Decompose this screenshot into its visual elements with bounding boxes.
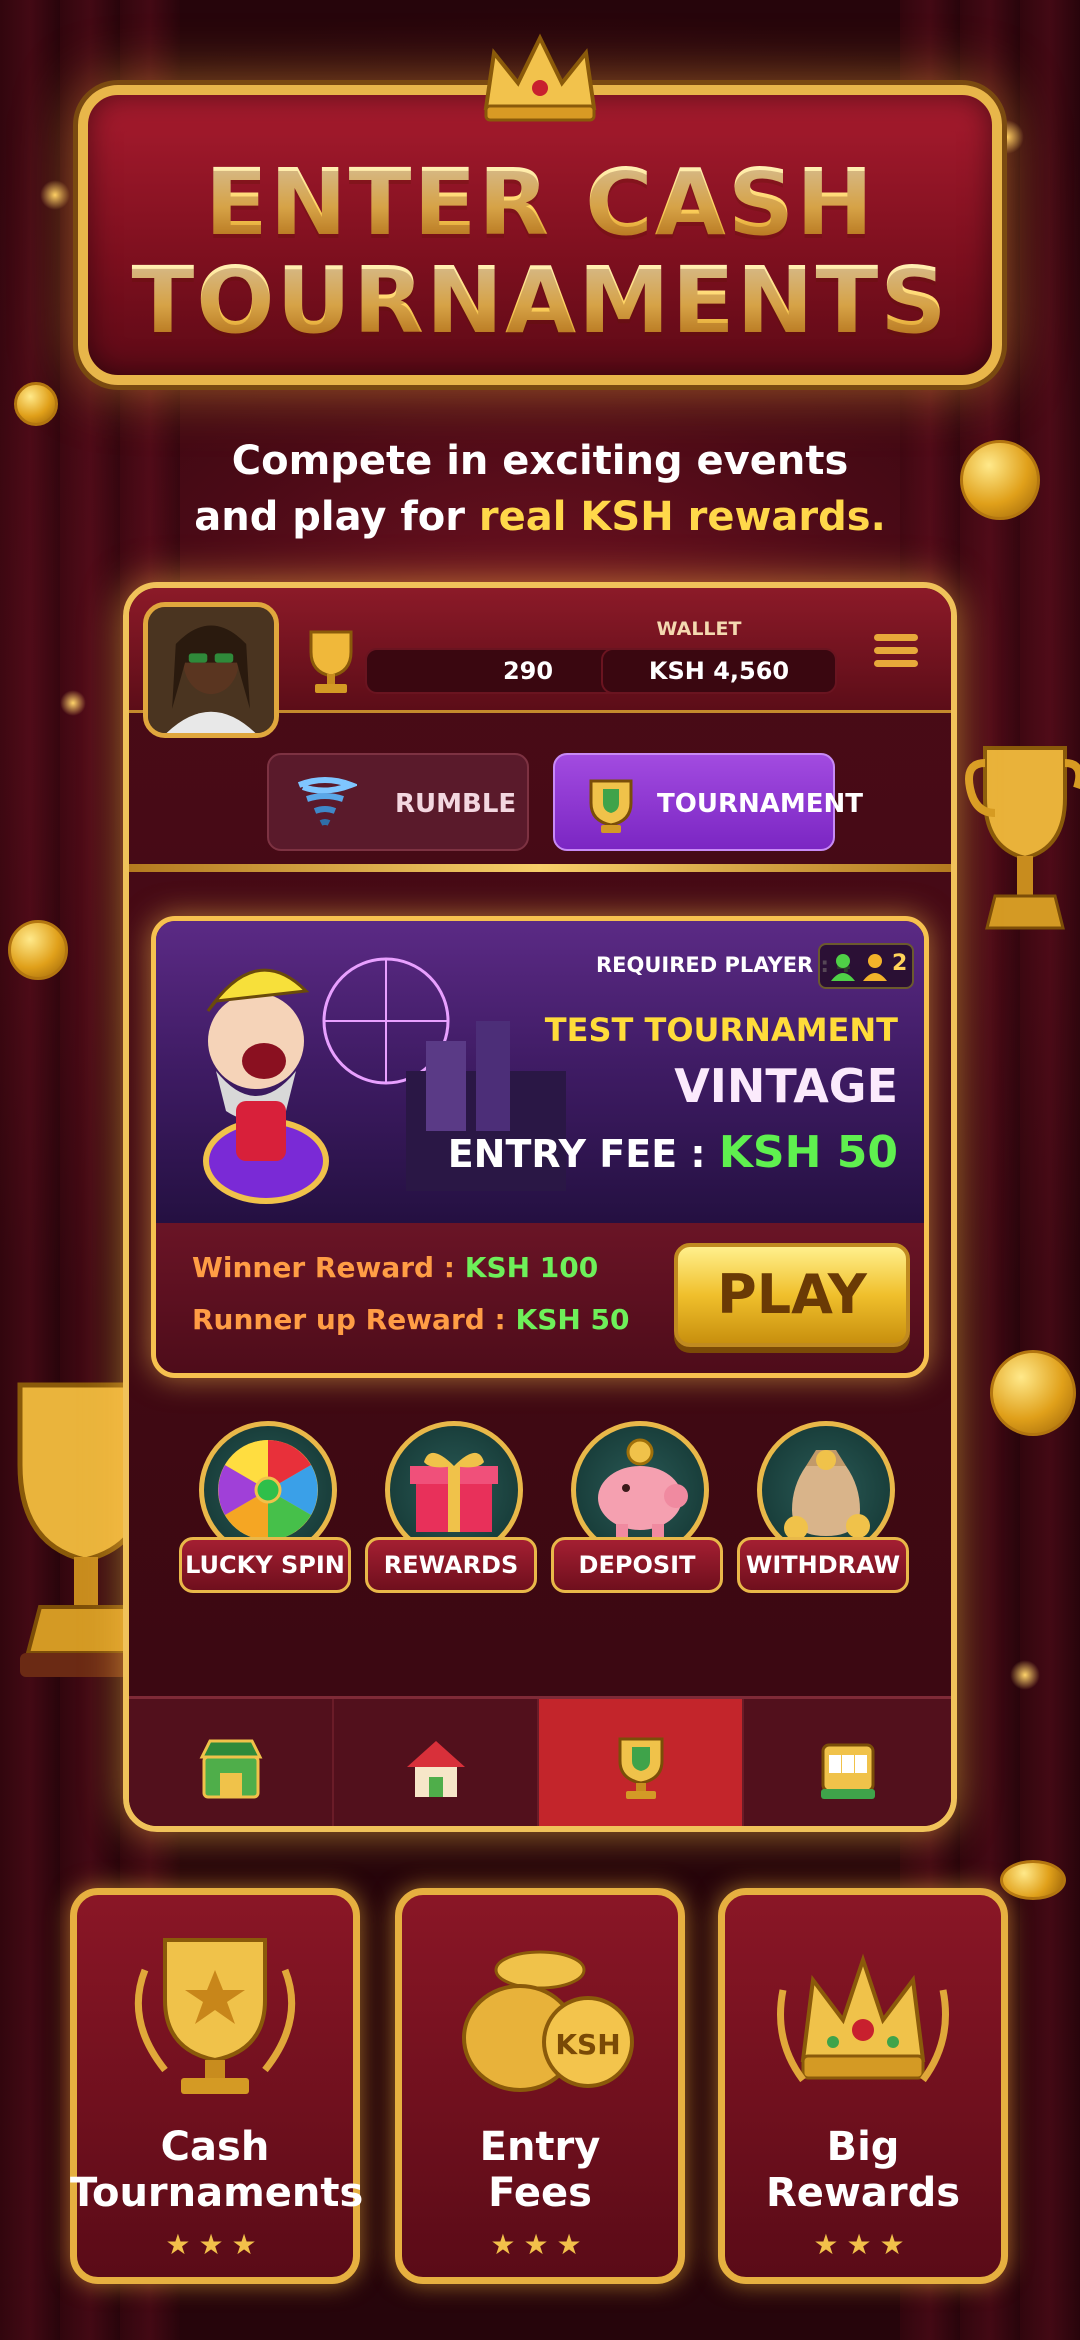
menu-bar [874, 660, 918, 667]
badge-title-line2: Fees [488, 2170, 592, 2216]
required-players-label: REQUIRED PLAYER : [596, 953, 837, 977]
subtitle-line2: and play for real KSH rewards. [0, 490, 1080, 544]
divider [129, 864, 951, 872]
tab-tournament-label: TOURNAMENT [657, 789, 863, 819]
badge-big-rewards: Big Rewards ★★★ [718, 1888, 1008, 2284]
money-bag-icon [784, 1450, 870, 1540]
badge-title-line1: Big [826, 2124, 900, 2170]
tab-rumble-label: RUMBLE [395, 789, 517, 819]
joined-players-count: 2 [892, 951, 908, 976]
badge-entry-fees: KSH Entry Fees ★★★ [395, 1888, 685, 2284]
slot-machine-icon [820, 1743, 875, 1799]
trophy-shield-icon [589, 779, 633, 833]
stars-icon: ★★★ [490, 2228, 590, 2261]
stars-icon: ★★★ [813, 2228, 913, 2261]
sparkle [40, 180, 70, 210]
banner-title-line1: ENTER CASH [88, 157, 992, 249]
lucky-spin-label: LUCKY SPIN [179, 1537, 351, 1593]
entry-fee-value: KSH 50 [718, 1127, 898, 1178]
tornado-icon [297, 777, 357, 826]
deposit-label: DEPOSIT [551, 1537, 723, 1593]
winner-reward: Winner Reward : KSH 100 [192, 1251, 598, 1284]
user-icon [863, 954, 887, 981]
nav-tournaments[interactable] [539, 1699, 744, 1826]
wallet-label: WALLET [656, 618, 742, 640]
gift-icon [410, 1452, 498, 1532]
top-bar: 290 WALLET KSH 4,560 [129, 588, 951, 738]
coin-icon [990, 1350, 1076, 1436]
phone-mockup: 290 WALLET KSH 4,560 RUMBLE TOURNAMENT R… [123, 582, 957, 1832]
bottom-nav [129, 1696, 951, 1826]
wheel-icon [218, 1440, 318, 1540]
tournament-card[interactable]: REQUIRED PLAYER : 4 2 TEST TOURNAMENT VI… [151, 916, 929, 1378]
subtitle-highlight: real KSH rewards. [478, 494, 886, 540]
home-icon [406, 1741, 465, 1797]
user-icon [831, 954, 855, 981]
coin-ksh-text: KSH [555, 2028, 620, 2061]
entry-fee: ENTRY FEE : KSH 50 [448, 1127, 898, 1178]
winner-reward-label: Winner Reward : [192, 1251, 465, 1284]
trophy-icon [309, 630, 353, 693]
subtitle-prefix: and play for [194, 494, 479, 540]
coin-icon [1000, 1860, 1066, 1900]
coins-icon: KSH [462, 1950, 634, 2092]
withdraw-label: WITHDRAW [737, 1537, 909, 1593]
menu-bar [874, 647, 918, 654]
nav-slots[interactable] [744, 1699, 951, 1826]
stars-icon: ★★★ [165, 2228, 265, 2261]
banner-title-line2: TOURNAMENTS [88, 255, 992, 347]
avatar[interactable] [143, 602, 279, 738]
crown-icon [483, 33, 597, 122]
badge-cash-tournaments: Cash Tournaments ★★★ [70, 1888, 364, 2284]
winner-reward-value: KSH 100 [464, 1251, 599, 1284]
trophy-icon [134, 1938, 296, 2094]
badge-title-line1: Entry [479, 2124, 601, 2170]
joined-players-badge: 2 [818, 943, 914, 989]
menu-bar [874, 634, 918, 641]
tournament-type: VINTAGE [674, 1059, 898, 1113]
badge-title-line2: Rewards [765, 2170, 961, 2216]
nav-home[interactable] [334, 1699, 539, 1826]
runnerup-reward-value: KSH 50 [515, 1303, 630, 1336]
header-banner: ENTER CASH TOURNAMENTS [78, 85, 1002, 385]
coin-icon [8, 920, 68, 980]
rewards-label: REWARDS [365, 1537, 537, 1593]
tab-tournament[interactable]: TOURNAMENT [553, 753, 863, 851]
player-avatar-icon [148, 607, 274, 733]
tab-rumble[interactable]: RUMBLE [267, 753, 529, 851]
crown-icon [777, 1953, 949, 2083]
trophy-icon [618, 1737, 663, 1799]
badge-title-line2: Tournaments [70, 2170, 364, 2216]
sparkle [1010, 1660, 1040, 1690]
runnerup-reward: Runner up Reward : KSH 50 [192, 1303, 630, 1336]
coin-icon [14, 382, 58, 426]
sparkle [60, 690, 86, 716]
entry-fee-label: ENTRY FEE : [447, 1132, 719, 1176]
wallet-balance[interactable]: KSH 4,560 [601, 648, 837, 694]
badge-title-line1: Cash [160, 2124, 270, 2170]
required-players: REQUIRED PLAYER : 4 [596, 953, 851, 977]
piggy-bank-icon [598, 1438, 688, 1538]
tournament-name: TEST TOURNAMENT [544, 1011, 898, 1049]
trophy-icon [965, 746, 1080, 930]
play-button[interactable]: PLAY [674, 1243, 910, 1347]
runnerup-reward-label: Runner up Reward : [192, 1303, 516, 1336]
subtitle-line1: Compete in exciting events [231, 438, 849, 484]
shop-icon [199, 1739, 262, 1799]
nav-shop[interactable] [129, 1699, 334, 1826]
menu-button[interactable] [874, 634, 918, 674]
